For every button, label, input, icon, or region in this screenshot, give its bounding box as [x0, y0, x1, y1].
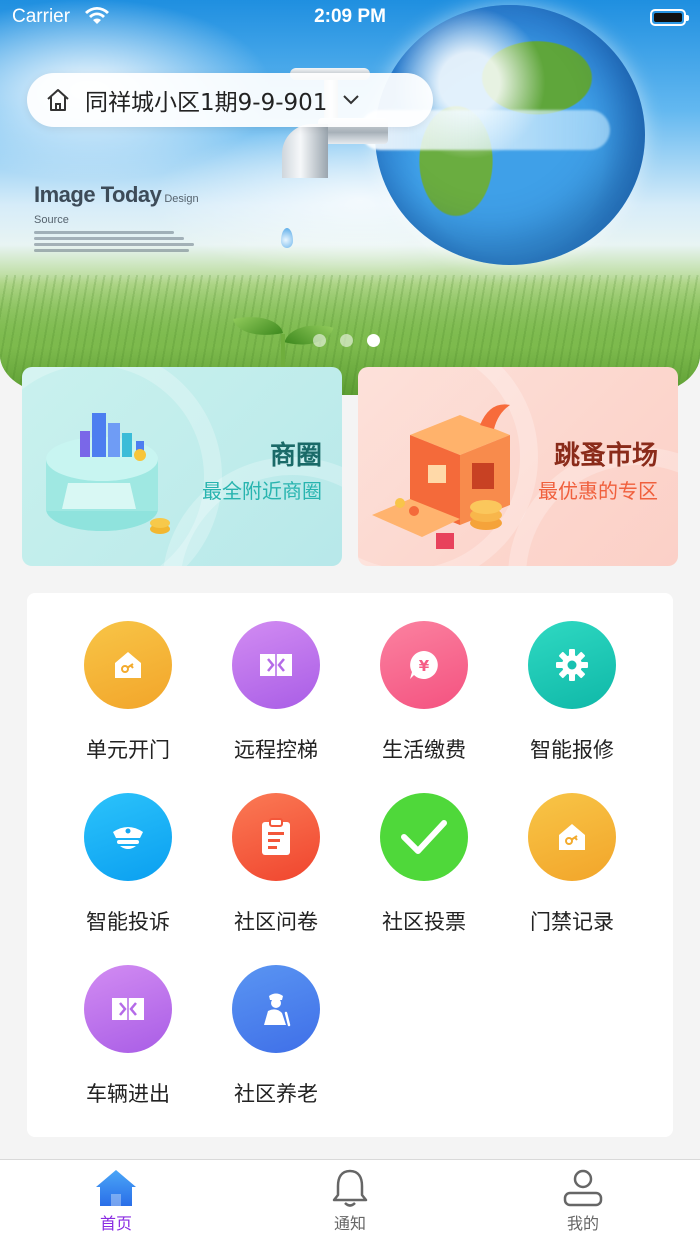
svg-text:¥: ¥	[419, 657, 430, 675]
business-district-title: 商圈	[269, 441, 322, 471]
tab-profile-label: 我的	[566, 1214, 599, 1233]
unit-door-icon-bg	[84, 621, 172, 709]
business-district-subtitle: 最全附近商圈	[202, 479, 322, 503]
business-district-card[interactable]: 商圈 最全附近商圈	[22, 367, 342, 566]
status-time: 2:09 PM	[314, 6, 386, 27]
banner-brand-title: Image Today	[34, 182, 162, 207]
service-bill-payment[interactable]: ¥ 生活缴费	[350, 593, 498, 762]
tab-profile[interactable]: 我的	[523, 1168, 643, 1238]
service-remote-elevator[interactable]: 远程控梯	[202, 593, 350, 762]
smart-repair-icon-bg	[528, 621, 616, 709]
tab-bar: 首页 通知 我的	[0, 1159, 700, 1244]
services-panel: 单元开门 远程控梯 ¥ 生活缴费 智能报修 智能投诉 社区问卷 社区投票 门禁记…	[27, 593, 673, 1137]
service-label: 社区养老	[234, 1082, 318, 1106]
bell-icon	[332, 1169, 368, 1207]
bill-payment-icon-bg: ¥	[380, 621, 468, 709]
flea-market-card[interactable]: 跳蚤市场 最优惠的专区	[358, 367, 678, 566]
gear-icon	[556, 649, 588, 681]
community-survey-icon-bg	[232, 793, 320, 881]
access-records-icon-bg	[528, 793, 616, 881]
tab-home-label: 首页	[99, 1214, 132, 1233]
tab-notifications[interactable]: 通知	[290, 1168, 410, 1238]
address-selector[interactable]: 同祥城小区1期9-9-901	[27, 73, 433, 127]
service-label: 智能投诉	[86, 910, 170, 934]
service-label: 门禁记录	[530, 910, 614, 934]
elderly-icon	[264, 993, 291, 1027]
service-community-vote[interactable]: 社区投票	[350, 765, 498, 934]
faucet-spout-graphic	[282, 124, 328, 178]
gate-icon	[112, 998, 144, 1020]
community-vote-icon-bg	[380, 793, 468, 881]
banner-fine-print	[34, 231, 234, 252]
yen-bubble-icon: ¥	[410, 651, 438, 679]
tab-notifications-label: 通知	[333, 1214, 366, 1233]
banner-pagination	[313, 334, 380, 347]
flea-market-title: 跳蚤市场	[553, 441, 658, 471]
address-text: 同祥城小区1期9-9-901	[85, 90, 328, 116]
status-bar: Carrier 2:09 PM	[0, 0, 700, 36]
elevator-icon	[260, 654, 292, 676]
service-label: 智能报修	[530, 738, 614, 762]
elderly-care-icon-bg	[232, 965, 320, 1053]
home-outline-icon	[47, 89, 69, 111]
pagination-dot-active[interactable]	[367, 334, 380, 347]
service-access-records[interactable]: 门禁记录	[498, 765, 646, 934]
flea-market-subtitle: 最优惠的专区	[538, 479, 658, 503]
service-label: 生活缴费	[382, 738, 466, 762]
checkmark-icon	[401, 820, 447, 854]
service-label: 车辆进出	[86, 1082, 170, 1106]
home-icon	[96, 1170, 136, 1206]
service-elderly-care[interactable]: 社区养老	[202, 937, 350, 1106]
service-unit-door[interactable]: 单元开门	[54, 593, 202, 762]
pagination-dot[interactable]	[313, 334, 326, 347]
banner-brand: Image Today Design Source	[34, 182, 234, 255]
water-drop-graphic	[281, 228, 293, 248]
service-vehicle-access[interactable]: 车辆进出	[54, 937, 202, 1106]
service-community-survey[interactable]: 社区问卷	[202, 765, 350, 934]
pagination-dot[interactable]	[340, 334, 353, 347]
service-smart-complaint[interactable]: 智能投诉	[54, 765, 202, 934]
remote-elevator-icon-bg	[232, 621, 320, 709]
market-house-illustration	[372, 404, 510, 549]
home-key-icon	[115, 652, 141, 678]
tab-home[interactable]: 首页	[56, 1168, 176, 1238]
home-key-icon	[559, 824, 585, 850]
vehicle-access-icon-bg	[84, 965, 172, 1053]
service-label: 单元开门	[86, 738, 170, 762]
hero-banner[interactable]: Image Today Design Source	[0, 0, 700, 395]
service-label: 社区投票	[382, 910, 466, 934]
service-label: 远程控梯	[234, 738, 318, 762]
police-cap-icon	[113, 827, 143, 849]
clipboard-icon	[262, 818, 290, 855]
service-smart-repair[interactable]: 智能报修	[498, 593, 646, 762]
battery-icon	[650, 9, 689, 26]
person-icon	[563, 1169, 603, 1207]
chevron-down-icon	[343, 95, 360, 105]
smart-complaint-icon-bg	[84, 793, 172, 881]
city-cylinder-illustration	[46, 413, 170, 534]
service-label: 社区问卷	[234, 910, 318, 934]
